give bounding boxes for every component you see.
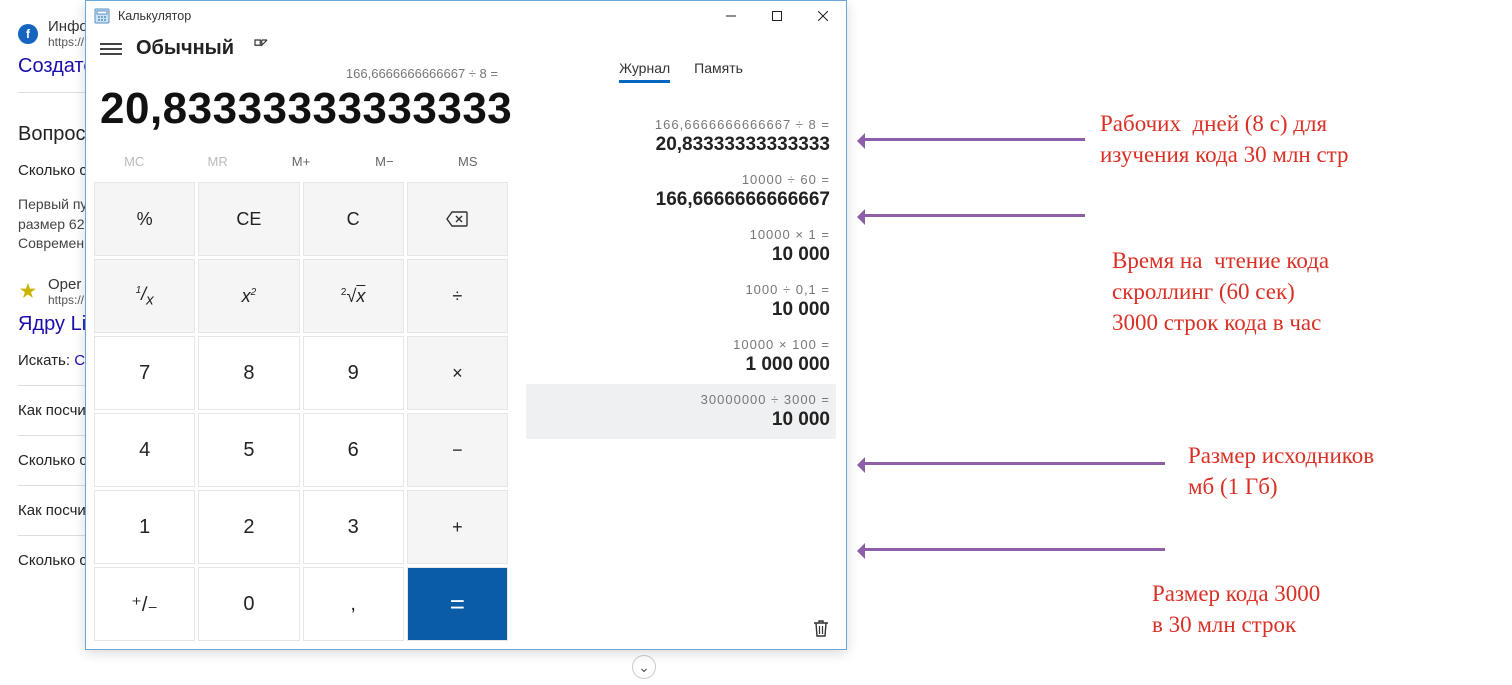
equals-key[interactable]: = bbox=[407, 567, 508, 641]
site-url: https:// bbox=[48, 35, 88, 49]
menu-hamburger-icon[interactable] bbox=[100, 40, 122, 58]
history-result: 1 000 000 bbox=[532, 354, 830, 376]
minimize-button[interactable] bbox=[708, 1, 754, 31]
inverse-key[interactable]: 1/x bbox=[94, 259, 195, 333]
close-button[interactable] bbox=[800, 1, 846, 31]
key-9[interactable]: 9 bbox=[303, 336, 404, 410]
key-6[interactable]: 6 bbox=[303, 413, 404, 487]
key-2[interactable]: 2 bbox=[198, 490, 299, 564]
star-icon: ★ bbox=[18, 281, 38, 301]
site-url: https:// bbox=[48, 293, 84, 307]
memory-row: MC MR M+ M− MS bbox=[94, 144, 508, 178]
calc-header: Обычный bbox=[86, 31, 846, 60]
mplus-button[interactable]: M+ bbox=[261, 144, 341, 178]
history-expression: 10000 × 100 = bbox=[532, 337, 830, 352]
window-controls bbox=[708, 1, 846, 31]
key-grid: % CE C 1/x x2 2√x ÷ 7 8 9 × 4 5 6 − 1 2 bbox=[94, 182, 508, 641]
display-value: 20,83333333333333 bbox=[94, 84, 508, 144]
key-3[interactable]: 3 bbox=[303, 490, 404, 564]
keypad-pane: 166,6666666666667 ÷ 8 = 20,8333333333333… bbox=[86, 60, 516, 649]
trash-icon bbox=[812, 618, 830, 638]
keep-on-top-icon[interactable] bbox=[252, 37, 270, 60]
calculator-window: Калькулятор Обычный 166,6666666666667 ÷ … bbox=[85, 0, 847, 650]
ce-key[interactable]: CE bbox=[198, 182, 299, 256]
ms-button[interactable]: MS bbox=[428, 144, 508, 178]
history-clear[interactable] bbox=[526, 612, 836, 643]
favicon-icon: f bbox=[18, 24, 38, 44]
history-expression: 10000 ÷ 60 = bbox=[532, 172, 830, 187]
history-result: 10 000 bbox=[532, 244, 830, 266]
history-item[interactable]: 10000 ÷ 60 = 166,6666666666667 bbox=[526, 164, 836, 219]
history-expression: 30000000 ÷ 3000 = bbox=[532, 392, 830, 407]
history-expression: 1000 ÷ 0,1 = bbox=[532, 282, 830, 297]
mminus-button[interactable]: M− bbox=[344, 144, 424, 178]
history-memory-tabs: Журнал Память bbox=[526, 60, 836, 91]
sqrt-key[interactable]: 2√x bbox=[303, 259, 404, 333]
site-label: Oper bbox=[48, 276, 84, 293]
history-item[interactable]: 10000 × 100 = 1 000 000 bbox=[526, 329, 836, 384]
history-result: 10 000 bbox=[532, 299, 830, 321]
percent-key[interactable]: % bbox=[94, 182, 195, 256]
history-item[interactable]: 1000 ÷ 0,1 = 10 000 bbox=[526, 274, 836, 329]
history-list: 166,6666666666667 ÷ 8 = 20,8333333333333… bbox=[526, 109, 836, 612]
history-expression: 10000 × 1 = bbox=[532, 227, 830, 242]
tab-history[interactable]: Журнал bbox=[619, 60, 670, 83]
decimal-key[interactable]: , bbox=[303, 567, 404, 641]
mr-button[interactable]: MR bbox=[177, 144, 257, 178]
titlebar: Калькулятор bbox=[86, 1, 846, 31]
key-0[interactable]: 0 bbox=[198, 567, 299, 641]
c-key[interactable]: C bbox=[303, 182, 404, 256]
window-title: Калькулятор bbox=[118, 9, 191, 23]
tab-memory[interactable]: Память bbox=[694, 60, 743, 83]
multiply-key[interactable]: × bbox=[407, 336, 508, 410]
history-item[interactable]: 10000 × 1 = 10 000 bbox=[526, 219, 836, 274]
site-label: Инфо bbox=[48, 18, 88, 35]
key-4[interactable]: 4 bbox=[94, 413, 195, 487]
key-5[interactable]: 5 bbox=[198, 413, 299, 487]
history-expression: 166,6666666666667 ÷ 8 = bbox=[532, 117, 830, 132]
search-link[interactable]: С bbox=[74, 352, 85, 369]
mode-title: Обычный bbox=[136, 37, 234, 60]
history-pane: Журнал Память 166,6666666666667 ÷ 8 = 20… bbox=[516, 60, 846, 649]
expression-line: 166,6666666666667 ÷ 8 = bbox=[94, 64, 508, 84]
history-result: 20,83333333333333 bbox=[532, 134, 830, 156]
backspace-key[interactable] bbox=[407, 182, 508, 256]
key-8[interactable]: 8 bbox=[198, 336, 299, 410]
square-key[interactable]: x2 bbox=[198, 259, 299, 333]
key-7[interactable]: 7 bbox=[94, 336, 195, 410]
calculator-app-icon bbox=[94, 8, 110, 24]
history-item[interactable]: 166,6666666666667 ÷ 8 = 20,8333333333333… bbox=[526, 109, 836, 164]
history-result: 10 000 bbox=[532, 409, 830, 431]
sign-key[interactable]: ⁺/₋ bbox=[94, 567, 195, 641]
mc-button[interactable]: MC bbox=[94, 144, 174, 178]
divide-key[interactable]: ÷ bbox=[407, 259, 508, 333]
expand-chevron-icon[interactable]: ⌄ bbox=[632, 655, 656, 679]
key-1[interactable]: 1 bbox=[94, 490, 195, 564]
history-result: 166,6666666666667 bbox=[532, 189, 830, 211]
maximize-button[interactable] bbox=[754, 1, 800, 31]
history-item[interactable]: 30000000 ÷ 3000 = 10 000 bbox=[526, 384, 836, 439]
subtract-key[interactable]: − bbox=[407, 413, 508, 487]
add-key[interactable]: + bbox=[407, 490, 508, 564]
